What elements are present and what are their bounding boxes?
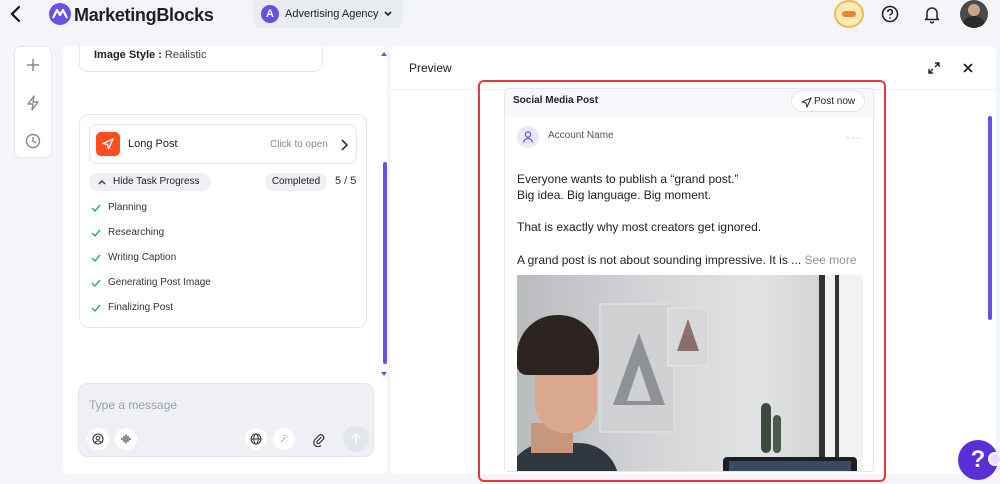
highlight-frame bbox=[478, 80, 886, 482]
long-post-title: Long Post bbox=[128, 138, 178, 150]
task-step-label: Writing Caption bbox=[108, 252, 177, 263]
persona-icon[interactable] bbox=[87, 428, 109, 450]
image-style-value: Realistic bbox=[164, 49, 207, 61]
check-icon bbox=[91, 279, 101, 288]
send-icon bbox=[96, 132, 120, 156]
progress-count: 5 / 5 bbox=[335, 175, 357, 187]
credits-badge-icon[interactable] bbox=[834, 0, 864, 28]
hide-task-progress-toggle[interactable]: Hide Task Progress bbox=[89, 173, 211, 191]
globe-icon[interactable] bbox=[245, 428, 267, 450]
chevron-right-icon bbox=[338, 138, 350, 157]
chat-scrollbar[interactable] bbox=[383, 162, 387, 364]
history-icon[interactable] bbox=[15, 123, 51, 159]
bell-icon[interactable] bbox=[922, 4, 942, 24]
user-avatar[interactable] bbox=[960, 0, 988, 28]
task-step: Writing Caption bbox=[90, 250, 290, 266]
message-composer bbox=[78, 383, 374, 457]
help-icon[interactable] bbox=[880, 4, 900, 24]
plus-icon[interactable] bbox=[15, 47, 51, 83]
long-post-row[interactable]: Long Post Click to open bbox=[89, 124, 357, 164]
workspace-name: Advertising Agency bbox=[285, 8, 379, 20]
image-style-card: Image Style : Realistic bbox=[79, 46, 323, 72]
task-step-label: Planning bbox=[108, 202, 147, 213]
magic-wand-icon[interactable] bbox=[273, 428, 295, 450]
check-icon bbox=[91, 204, 101, 213]
workspace-avatar: A bbox=[261, 5, 279, 23]
task-step-label: Finalizing Post bbox=[108, 302, 174, 313]
image-style-label: Image Style : bbox=[94, 49, 162, 61]
check-icon bbox=[91, 304, 101, 313]
expand-icon[interactable] bbox=[926, 60, 942, 76]
check-icon bbox=[91, 254, 101, 263]
status-badge: Completed bbox=[265, 173, 327, 191]
task-step: Researching bbox=[90, 225, 290, 241]
brand-logo-icon bbox=[48, 3, 72, 25]
send-message-button[interactable] bbox=[343, 426, 369, 452]
brand-name: MarketingBlocks bbox=[74, 5, 214, 25]
close-icon[interactable] bbox=[960, 60, 976, 76]
hide-task-progress-label: Hide Task Progress bbox=[113, 176, 200, 187]
check-icon bbox=[91, 229, 101, 238]
chat-scroll-up[interactable] bbox=[381, 52, 387, 56]
chevron-down-icon bbox=[383, 7, 393, 19]
task-step-label: Researching bbox=[108, 227, 165, 238]
attachment-icon[interactable] bbox=[307, 428, 329, 450]
task-step-label: Generating Post Image bbox=[108, 277, 211, 288]
workspace-selector[interactable]: A Advertising Agency bbox=[253, 0, 403, 28]
top-bar: MarketingBlocks A Advertising Agency bbox=[0, 0, 1000, 30]
preview-scrollbar[interactable] bbox=[988, 116, 992, 320]
task-step: Planning bbox=[90, 200, 290, 216]
voice-icon[interactable] bbox=[115, 428, 137, 450]
back-icon[interactable] bbox=[8, 4, 24, 24]
image-style-text: Image Style : Realistic bbox=[94, 49, 207, 61]
task-card: Long Post Click to open Hide Task Progre… bbox=[79, 114, 367, 328]
task-step: Finalizing Post bbox=[90, 300, 290, 316]
chat-scroll-down[interactable] bbox=[381, 372, 387, 376]
preview-title: Preview bbox=[409, 61, 452, 75]
task-step: Generating Post Image bbox=[90, 275, 290, 291]
message-input[interactable] bbox=[89, 396, 349, 414]
mini-sidebar bbox=[14, 46, 52, 158]
chevron-up-icon bbox=[98, 180, 106, 185]
help-notification-dot bbox=[988, 452, 1000, 466]
lightning-icon[interactable] bbox=[15, 85, 51, 121]
click-to-open-hint: Click to open bbox=[270, 139, 328, 150]
